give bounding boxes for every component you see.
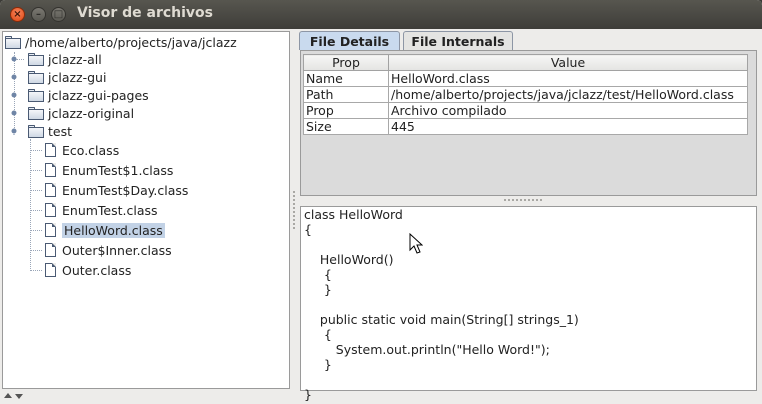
- code-line: class HelloWord: [304, 207, 403, 222]
- vertical-splitter[interactable]: [290, 31, 298, 389]
- maximize-window-button[interactable]: □: [51, 7, 66, 22]
- tree-file[interactable]: Outer.class: [30, 260, 132, 280]
- tree-folder[interactable]: jclazz-gui: [10, 67, 106, 87]
- tree-file-label: EnumTest$1.class: [62, 162, 174, 178]
- horizontal-splitter[interactable]: [299, 196, 760, 204]
- app-window: × – □ Visor de archivos /home/alberto/pr…: [0, 0, 762, 404]
- folder-icon: [28, 125, 44, 138]
- expand-handle-icon[interactable]: [10, 73, 18, 81]
- table-cell: 445: [388, 118, 748, 135]
- maximize-icon: □: [53, 9, 64, 20]
- expand-up-arrow-icon[interactable]: [4, 393, 12, 398]
- table-cell: Name: [303, 70, 389, 87]
- folder-icon: [28, 53, 44, 66]
- minimize-icon: –: [36, 9, 41, 20]
- tree-folder-label: jclazz-original: [48, 105, 135, 121]
- tree-file[interactable]: EnumTest.class: [30, 200, 158, 220]
- tree-file-label: EnumTest$Day.class: [62, 182, 189, 198]
- tree-file[interactable]: EnumTest$Day.class: [30, 180, 189, 200]
- tree-file-label: Outer.class: [62, 262, 132, 278]
- table-cell: Prop: [303, 102, 389, 119]
- table-cell: Path: [303, 86, 389, 103]
- properties-table[interactable]: Prop Value Name HelloWord.class Path /ho…: [303, 54, 748, 135]
- code-line: {: [304, 222, 312, 237]
- title-bar: × – □ Visor de archivos: [0, 0, 762, 29]
- tree-folder[interactable]: jclazz-gui-pages: [10, 85, 149, 105]
- table-cell: Archivo compilado: [388, 102, 748, 119]
- minimize-window-button[interactable]: –: [31, 7, 46, 22]
- file-icon: [45, 223, 56, 237]
- expand-handle-icon[interactable]: [10, 109, 18, 117]
- tree-file-label: Eco.class: [62, 142, 120, 158]
- file-icon: [45, 183, 56, 197]
- folder-icon: [28, 89, 44, 102]
- tree-file-selected[interactable]: HelloWord.class: [30, 220, 165, 240]
- column-header-prop[interactable]: Prop: [303, 54, 389, 71]
- file-icon: [45, 203, 56, 217]
- tree-file[interactable]: Outer$Inner.class: [30, 240, 172, 260]
- bottom-splitter[interactable]: [0, 391, 762, 404]
- close-window-button[interactable]: ×: [10, 7, 25, 22]
- folder-icon: [28, 71, 44, 84]
- window-title: Visor de archivos: [77, 5, 214, 21]
- file-icon: [45, 263, 56, 277]
- tab-file-internals[interactable]: File Internals: [403, 31, 513, 50]
- code-line: System.out.println("Hello Word!");: [304, 342, 550, 357]
- tree-folder-test[interactable]: test: [10, 121, 72, 141]
- code-line: {: [304, 267, 332, 282]
- properties-panel: Prop Value Name HelloWord.class Path /ho…: [300, 50, 757, 196]
- mouse-pointer-icon: [409, 233, 423, 254]
- tree-folder[interactable]: jclazz-original: [10, 103, 134, 123]
- expand-handle-icon[interactable]: [10, 91, 18, 99]
- tree-file-label: HelloWord.class: [62, 222, 165, 238]
- tree-file[interactable]: Eco.class: [30, 140, 120, 160]
- folder-icon: [5, 36, 21, 49]
- table-cell: /home/alberto/projects/java/jclazz/test/…: [388, 86, 748, 103]
- table-row[interactable]: Path /home/alberto/projects/java/jclazz/…: [303, 86, 748, 103]
- code-line: }: [304, 282, 332, 297]
- column-header-value[interactable]: Value: [388, 54, 748, 71]
- code-line: }: [304, 357, 332, 372]
- source-code-view[interactable]: class HelloWord { HelloWord() { } public…: [300, 206, 757, 402]
- code-line: HelloWord(): [304, 252, 394, 267]
- folder-icon: [28, 107, 44, 120]
- table-cell: HelloWord.class: [388, 70, 748, 87]
- tree-folder-label: test: [48, 123, 73, 139]
- close-icon: ×: [13, 9, 22, 20]
- table-row[interactable]: Name HelloWord.class: [303, 70, 748, 87]
- table-row[interactable]: Size 445: [303, 118, 748, 135]
- collapse-handle-icon[interactable]: [10, 127, 18, 135]
- tree-folder-label: jclazz-all: [48, 51, 102, 67]
- code-line: public static void main(String[] strings…: [304, 312, 579, 327]
- details-pane: File Details File Internals Prop Value N…: [299, 29, 760, 402]
- table-cell: Size: [303, 118, 389, 135]
- tree-folder-label: jclazz-gui: [48, 69, 107, 85]
- file-icon: [45, 143, 56, 157]
- code-line: {: [304, 327, 332, 342]
- tree-file-label: Outer$Inner.class: [62, 242, 172, 258]
- tree-folder[interactable]: jclazz-all: [10, 49, 102, 69]
- file-icon: [45, 163, 56, 177]
- tree-root-label: /home/alberto/projects/java/jclazz: [25, 34, 237, 50]
- tree-file[interactable]: EnumTest$1.class: [30, 160, 174, 180]
- expand-down-arrow-icon[interactable]: [15, 394, 23, 399]
- file-icon: [45, 243, 56, 257]
- table-row[interactable]: Prop Archivo compilado: [303, 102, 748, 119]
- tab-file-details[interactable]: File Details: [299, 31, 400, 50]
- file-tree[interactable]: /home/alberto/projects/java/jclazz jclaz…: [2, 31, 290, 389]
- tree-file-label: EnumTest.class: [62, 202, 158, 218]
- tree-folder-label: jclazz-gui-pages: [48, 87, 149, 103]
